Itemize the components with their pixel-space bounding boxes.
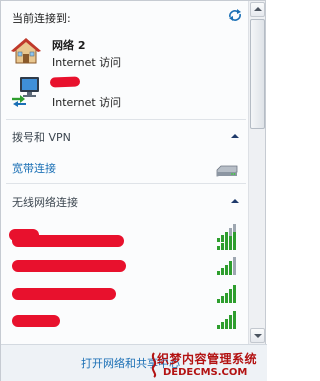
- wifi-name-redaction: [12, 260, 126, 272]
- connected-network-2[interactable]: Internet 访问: [10, 75, 210, 111]
- connected-network-1[interactable]: 网络 2 Internet 访问: [10, 35, 210, 71]
- wireless-network-4[interactable]: [1, 282, 249, 306]
- dialup-section-title[interactable]: 拨号和 VPN: [12, 129, 71, 145]
- pc-network-icon: [12, 77, 39, 107]
- wifi-name-redaction: [12, 315, 60, 327]
- scroll-down-button[interactable]: [250, 328, 265, 343]
- network-status: Internet 访问: [52, 56, 122, 69]
- wifi-signal-icon: [217, 232, 236, 250]
- refresh-arrows-icon[interactable]: [227, 8, 243, 22]
- vertical-scrollbar[interactable]: [248, 1, 265, 344]
- divider: [6, 119, 246, 120]
- network-status: Internet 访问: [52, 96, 122, 109]
- wireless-network-2[interactable]: [1, 229, 249, 253]
- modem-icon: [216, 165, 238, 177]
- home-network-icon: [11, 38, 41, 64]
- scroll-thumb[interactable]: [250, 19, 265, 129]
- watermark-title: 织梦内容管理系统: [157, 352, 258, 366]
- wireless-network-5[interactable]: [1, 310, 249, 334]
- connected-to-label: 当前连接到:: [12, 12, 71, 25]
- wifi-name-redaction: [12, 235, 124, 247]
- chevron-up-icon[interactable]: [230, 132, 240, 140]
- wireless-network-3[interactable]: [1, 254, 249, 278]
- wifi-signal-icon: [217, 311, 236, 329]
- scroll-up-button[interactable]: [250, 2, 265, 17]
- site-watermark: 织梦内容管理系统 DEDECMS.COM: [149, 348, 267, 381]
- wireless-section-title[interactable]: 无线网络连接: [12, 194, 78, 210]
- chevron-up-icon[interactable]: [230, 197, 240, 205]
- wifi-signal-icon: [217, 257, 236, 275]
- wifi-signal-icon: [217, 285, 236, 303]
- network-name-redaction: [49, 76, 81, 88]
- watermark-domain: DEDECMS.COM: [163, 367, 248, 378]
- broadband-connection-item[interactable]: 宽带连接: [12, 160, 56, 176]
- network-flyout: 当前连接到: 网络 2 Internet 访问 Internet 访问 拨号和 …: [0, 0, 267, 381]
- wifi-name-redaction: [12, 288, 116, 300]
- network-name: 网络 2: [52, 39, 86, 52]
- divider: [6, 183, 246, 184]
